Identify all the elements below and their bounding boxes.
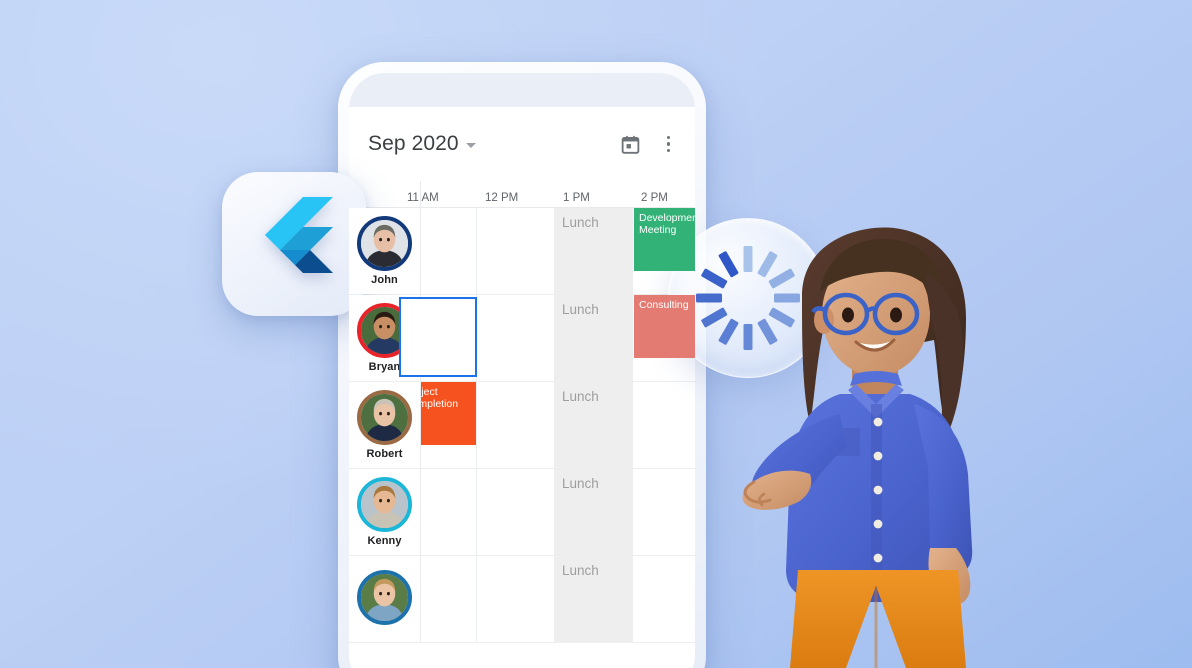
lunch-slot[interactable]: Lunch (555, 295, 633, 381)
app-bar-actions (620, 134, 676, 155)
timeline-slot[interactable] (477, 556, 555, 642)
timeline-slots: Lunch Consulting (399, 295, 695, 381)
lunch-slot[interactable]: Lunch (555, 208, 633, 294)
timeline-resource-row: Lunch (349, 556, 695, 643)
timeline-resource-row: John Lunch Development Meeting (349, 208, 695, 295)
lunch-label: Lunch (562, 563, 599, 578)
timeline-hour-header: 11 AM 12 PM 1 PM 2 PM (349, 181, 695, 208)
resource-name: Robert (366, 448, 403, 460)
hour-labels: 11 AM 12 PM 1 PM 2 PM (407, 181, 695, 207)
appointment[interactable]: Consulting (634, 295, 695, 358)
lunch-label: Lunch (562, 389, 599, 404)
selected-time-slot[interactable] (399, 297, 477, 377)
phone-mockup: Sep 2020 11 AM 12 PM 1 PM 2 PM John Lunc… (338, 62, 706, 668)
timeline-resource-row: Bryan Lunch Consulting (349, 295, 695, 382)
app-bar: Sep 2020 (349, 107, 695, 181)
timeline-resource-row: Kenny Lunch (349, 469, 695, 556)
lunch-slot[interactable]: Lunch (555, 469, 633, 555)
timeline-slot[interactable] (477, 295, 555, 381)
timeline-slots: Lunch Development Meeting (421, 208, 695, 294)
month-label: Sep 2020 (368, 132, 459, 155)
appointment[interactable]: Development Meeting (634, 208, 695, 271)
status-bar-right (599, 73, 695, 99)
resource-cell[interactable]: John (349, 208, 421, 294)
flutter-logo-tile[interactable] (222, 172, 366, 316)
hour-label: 1 PM (563, 192, 590, 204)
resource-name: John (371, 274, 398, 286)
timeline-slots: Lunch (421, 469, 695, 555)
chevron-down-icon (465, 143, 476, 148)
lunch-slot[interactable]: Lunch (555, 382, 633, 468)
timeline-slots: Lunch (400, 556, 695, 642)
avatar[interactable] (357, 570, 412, 625)
timeline-slot[interactable] (633, 382, 695, 468)
presenter-illustration (690, 218, 1020, 668)
status-bar-left (349, 73, 445, 99)
timeline-slots: Lunch Project Completion (400, 382, 695, 468)
timeline-slot[interactable] (477, 208, 555, 294)
hour-label: 12 PM (485, 192, 519, 204)
timeline-body: John Lunch Development Meeting Bryan Lunch Co… (349, 208, 695, 643)
avatar[interactable] (357, 390, 412, 445)
scene: Sep 2020 11 AM 12 PM 1 PM 2 PM John Lunc… (0, 0, 1192, 668)
resource-cell[interactable]: Kenny (349, 469, 421, 555)
status-bar (349, 73, 695, 107)
more-vertical-icon[interactable] (662, 134, 676, 155)
hour-label: 11 AM (407, 192, 439, 204)
lunch-label: Lunch (562, 215, 599, 230)
phone-screen: Sep 2020 11 AM 12 PM 1 PM 2 PM John Lunc… (349, 73, 695, 668)
resource-cell[interactable] (349, 556, 421, 642)
lunch-label: Lunch (562, 302, 599, 317)
avatar[interactable] (357, 477, 412, 532)
timeline-resource-row: Robert Lunch Project Completion (349, 382, 695, 469)
hour-label: 2 PM (641, 192, 668, 204)
month-selector-button[interactable]: Sep 2020 (368, 132, 476, 156)
timeline-slot[interactable] (633, 556, 695, 642)
avatar[interactable] (357, 216, 412, 271)
calendar-today-icon[interactable] (620, 134, 641, 155)
resource-cell[interactable]: Robert (349, 382, 421, 468)
resource-name: Bryan (368, 361, 401, 373)
lunch-slot[interactable]: Lunch (555, 556, 633, 642)
timeline-slot[interactable] (477, 382, 555, 468)
lunch-label: Lunch (562, 476, 599, 491)
resource-name: Kenny (367, 535, 402, 547)
flutter-logo-icon (265, 197, 333, 273)
timeline-slot[interactable] (477, 469, 555, 555)
phone-notch (438, 73, 606, 99)
timeline-slot[interactable] (633, 469, 695, 555)
